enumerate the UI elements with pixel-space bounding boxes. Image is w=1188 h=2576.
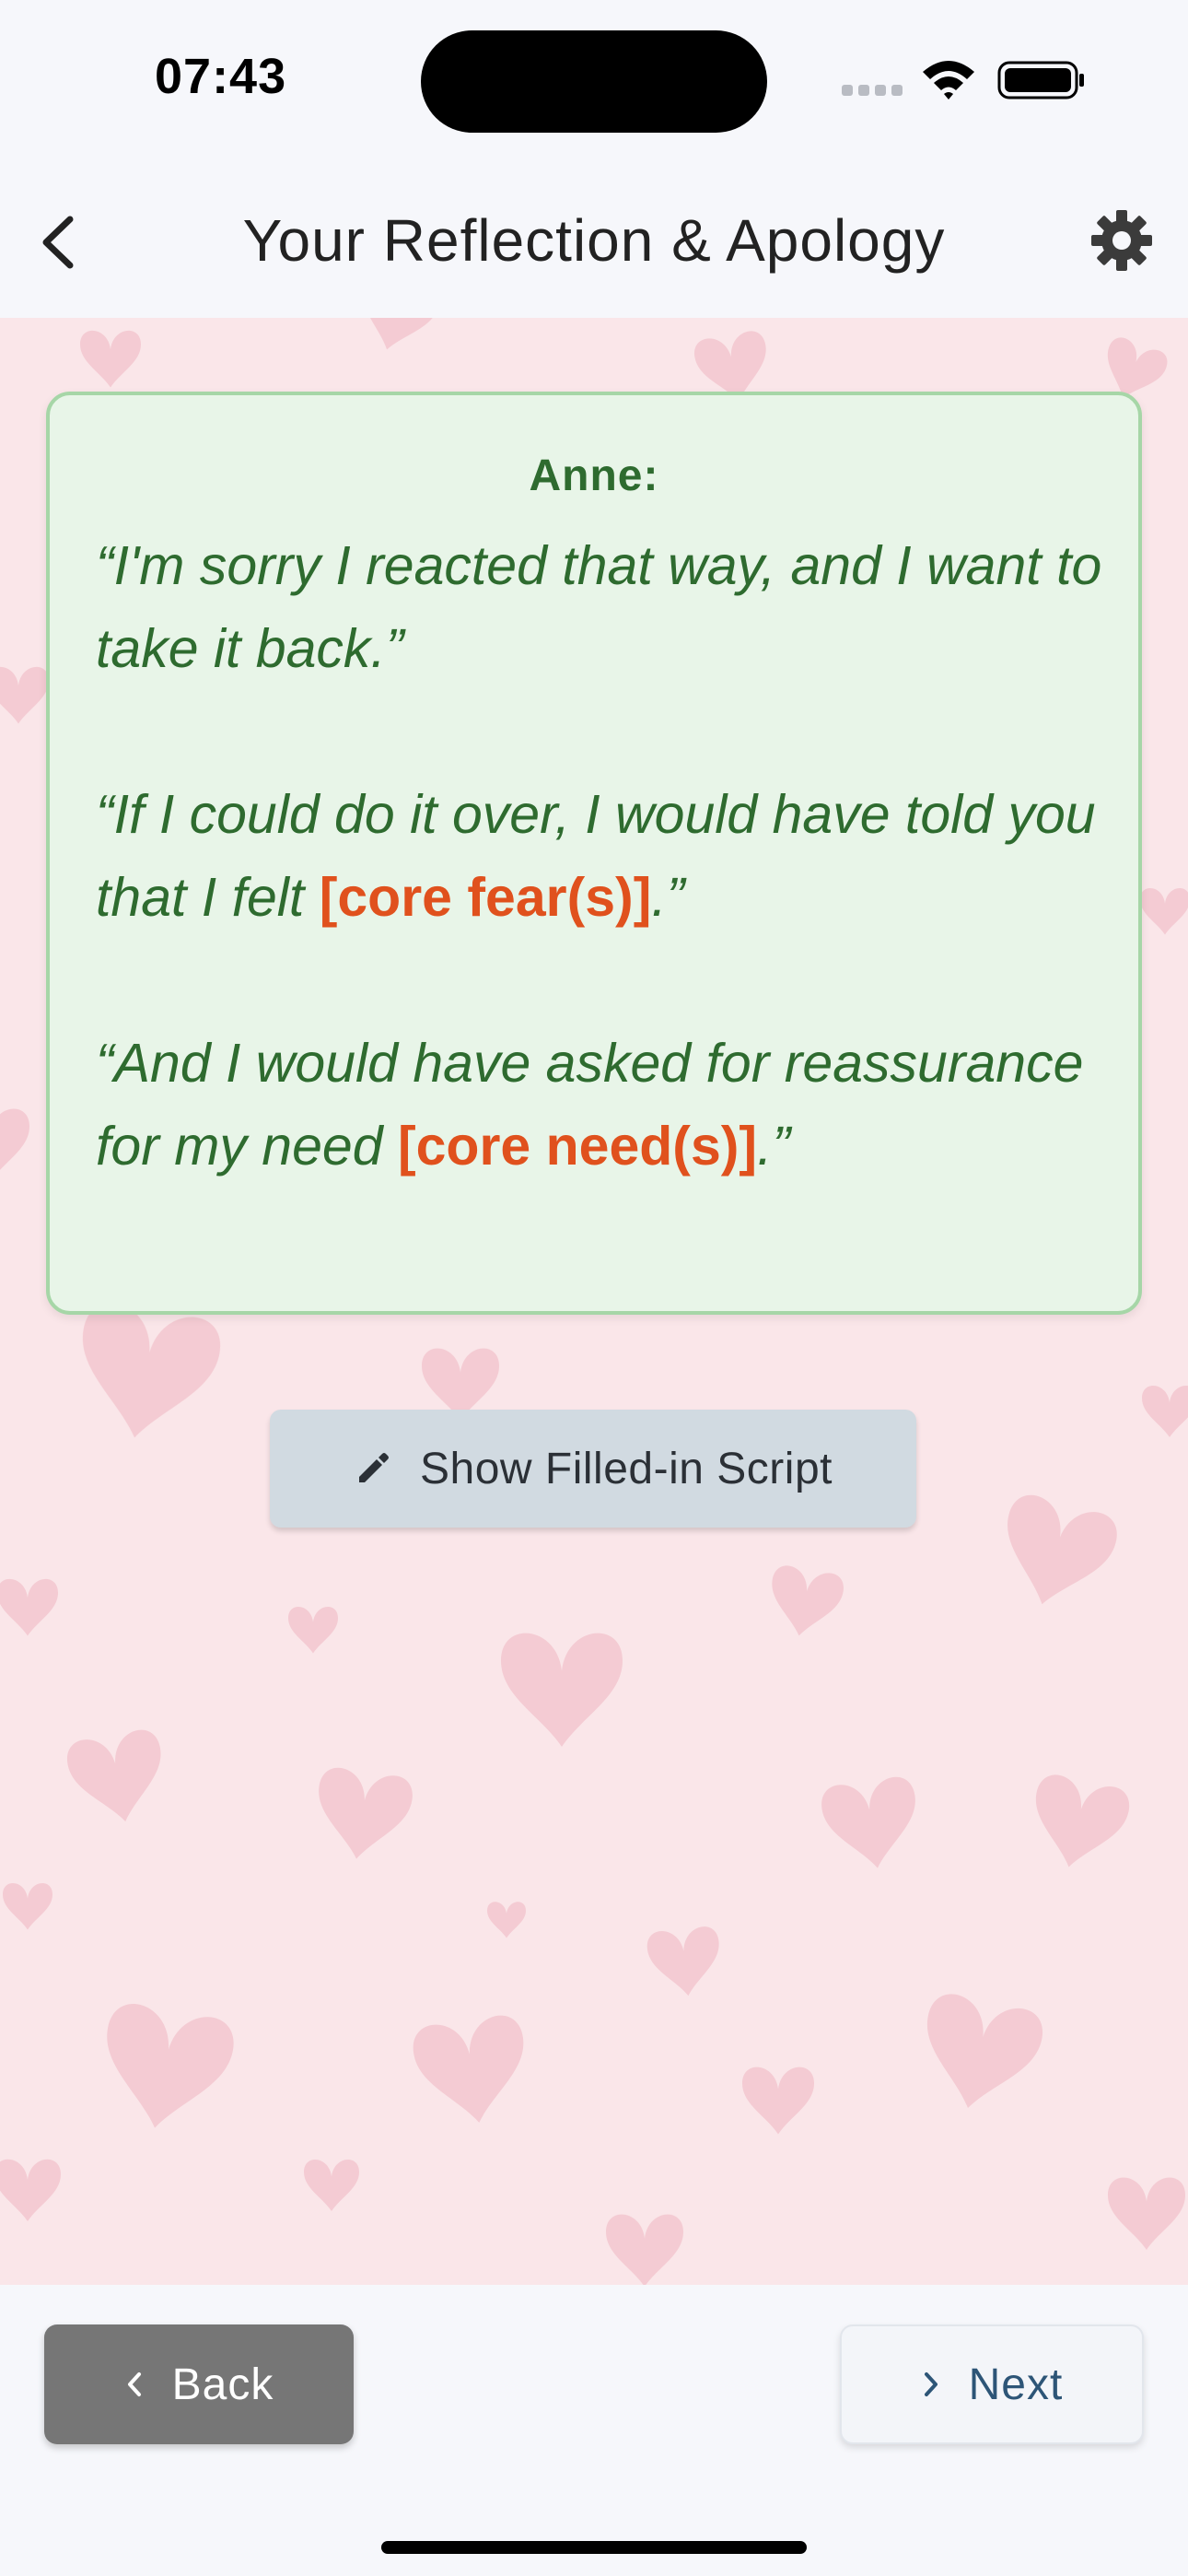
back-button-label: Back: [171, 2359, 274, 2409]
chevron-left-icon: [127, 2372, 141, 2396]
page-title: Your Reflection & Apology: [242, 207, 946, 274]
script-line-3: “And I would have asked for reassurance …: [96, 1022, 1109, 1188]
home-indicator: [381, 2541, 807, 2554]
bottom-navigation: Back Next: [0, 2285, 1188, 2576]
status-time: 07:43: [155, 49, 287, 104]
gear-icon[interactable]: [1091, 210, 1152, 271]
battery-icon: [997, 61, 1084, 100]
app-bar: Your Reflection & Apology: [0, 166, 1188, 318]
script-line-2: “If I could do it over, I would have tol…: [96, 773, 1109, 939]
apology-script-text: “I'm sorry I reacted that way, and I wan…: [96, 524, 1109, 1188]
next-button-label: Next: [968, 2359, 1064, 2409]
dynamic-island: [421, 30, 767, 133]
apology-script-card: Anne: “I'm sorry I reacted that way, and…: [46, 392, 1142, 1315]
script-line-3-suffix: .”: [757, 1116, 791, 1177]
chevron-right-icon: [924, 2372, 938, 2396]
speaker-name: Anne:: [529, 451, 659, 500]
show-filled-script-button[interactable]: Show Filled-in Script: [270, 1410, 916, 1528]
script-line-1: “I'm sorry I reacted that way, and I wan…: [96, 535, 1102, 679]
cellular-signal-icon: [842, 85, 904, 96]
pencil-icon: [359, 1453, 389, 1482]
content-area: Anne: “I'm sorry I reacted that way, and…: [0, 318, 1188, 2285]
back-button[interactable]: Back: [44, 2324, 354, 2444]
script-line-2-suffix: .”: [651, 867, 685, 928]
status-bar: 07:43: [0, 0, 1188, 166]
next-button[interactable]: Next: [840, 2324, 1144, 2444]
show-filled-script-label: Show Filled-in Script: [420, 1444, 833, 1493]
wifi-icon: [923, 61, 974, 100]
core-need-placeholder: [core need(s)]: [397, 1116, 758, 1177]
core-fear-placeholder: [core fear(s)]: [319, 867, 652, 928]
